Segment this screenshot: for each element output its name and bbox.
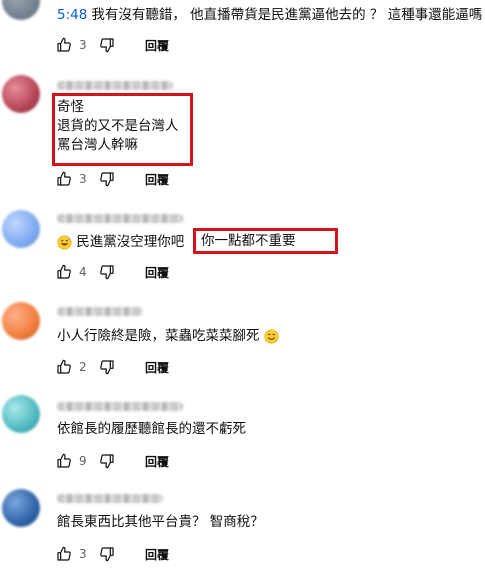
comment-text: 民進黨沒空理你吧: [57, 233, 184, 252]
thumbs-up-icon[interactable]: [56, 546, 72, 562]
commenter-name[interactable]: [57, 81, 173, 90]
comment-actions: 3 回覆: [56, 170, 169, 188]
comment-actions: 3 回覆: [56, 36, 169, 54]
comment-actions: 4 回覆: [56, 263, 169, 281]
comment-actions: 3 回覆: [56, 545, 169, 563]
commenter-avatar[interactable]: [2, 395, 40, 433]
thumbs-down-icon[interactable]: [99, 171, 115, 187]
thumbs-down-icon[interactable]: [99, 546, 115, 562]
commenter-avatar[interactable]: [2, 0, 40, 20]
thumbs-up-icon[interactable]: [56, 453, 72, 469]
highlight-text: 你一點都不重要: [201, 233, 296, 249]
commenter-avatar[interactable]: [2, 302, 40, 340]
thumbs-down-icon[interactable]: [99, 359, 115, 375]
commenter-name[interactable]: [57, 494, 163, 503]
like-count: 3: [79, 38, 87, 52]
reply-button[interactable]: 回覆: [145, 546, 169, 563]
thumbs-down-icon[interactable]: [99, 453, 115, 469]
comment-line: 奇怪: [57, 99, 84, 115]
comment-text: 依館長的履歷聽館長的還不虧死: [57, 421, 246, 437]
reply-button[interactable]: 回覆: [145, 359, 169, 376]
comment-body: 民進黨沒空理你吧: [76, 234, 185, 250]
comment-text: 奇怪 退貨的又不是台灣人 罵台灣人幹嘛: [57, 98, 179, 155]
like-count: 9: [79, 454, 87, 468]
comment-actions: 2 回覆: [56, 358, 169, 376]
commenter-avatar[interactable]: [2, 489, 40, 527]
thumbs-up-icon[interactable]: [56, 171, 72, 187]
thumbs-up-icon[interactable]: [56, 359, 72, 375]
timestamp-link[interactable]: 5:48: [57, 7, 87, 23]
smiling-emoji: [264, 328, 279, 344]
like-count: 3: [79, 547, 87, 561]
like-count: 4: [79, 265, 87, 279]
reply-button[interactable]: 回覆: [145, 453, 169, 470]
reply-button[interactable]: 回覆: [145, 171, 169, 188]
comment-text: 小人行險終是險，菜蟲吃菜菜腳死: [57, 327, 279, 346]
thumbs-up-icon[interactable]: [56, 37, 72, 53]
thumbs-down-icon[interactable]: [99, 37, 115, 53]
reply-button[interactable]: 回覆: [145, 264, 169, 281]
comment-body: 我有沒有聽錯， 他直播帶貨是民進黨逼他去的 ？ 這種事還能逼嗎: [91, 7, 483, 23]
reply-button[interactable]: 回覆: [145, 37, 169, 54]
like-count: 2: [79, 360, 87, 374]
comment-actions: 9 回覆: [56, 452, 169, 470]
commenter-name[interactable]: [57, 307, 143, 316]
commenter-name[interactable]: [57, 214, 183, 223]
commenter-name[interactable]: [57, 402, 183, 411]
thumbs-up-icon[interactable]: [56, 264, 72, 280]
like-count: 3: [79, 172, 87, 186]
comment-line: 退貨的又不是台灣人: [57, 118, 179, 134]
thumbs-down-icon[interactable]: [99, 264, 115, 280]
grinning-sweat-emoji: [57, 234, 72, 250]
comment-line: 罵台灣人幹嘛: [57, 137, 138, 153]
commenter-avatar[interactable]: [2, 75, 40, 113]
comment-text: 館長東西比其他平台貴？ 智商稅？: [57, 514, 264, 530]
commenter-avatar[interactable]: [2, 210, 40, 248]
comment-body: 小人行險終是險，菜蟲吃菜菜腳死: [57, 328, 260, 344]
comment-text: 5:48 我有沒有聽錯， 他直播帶貨是民進黨逼他去的 ？ 這種事還能逼嗎: [57, 6, 482, 25]
